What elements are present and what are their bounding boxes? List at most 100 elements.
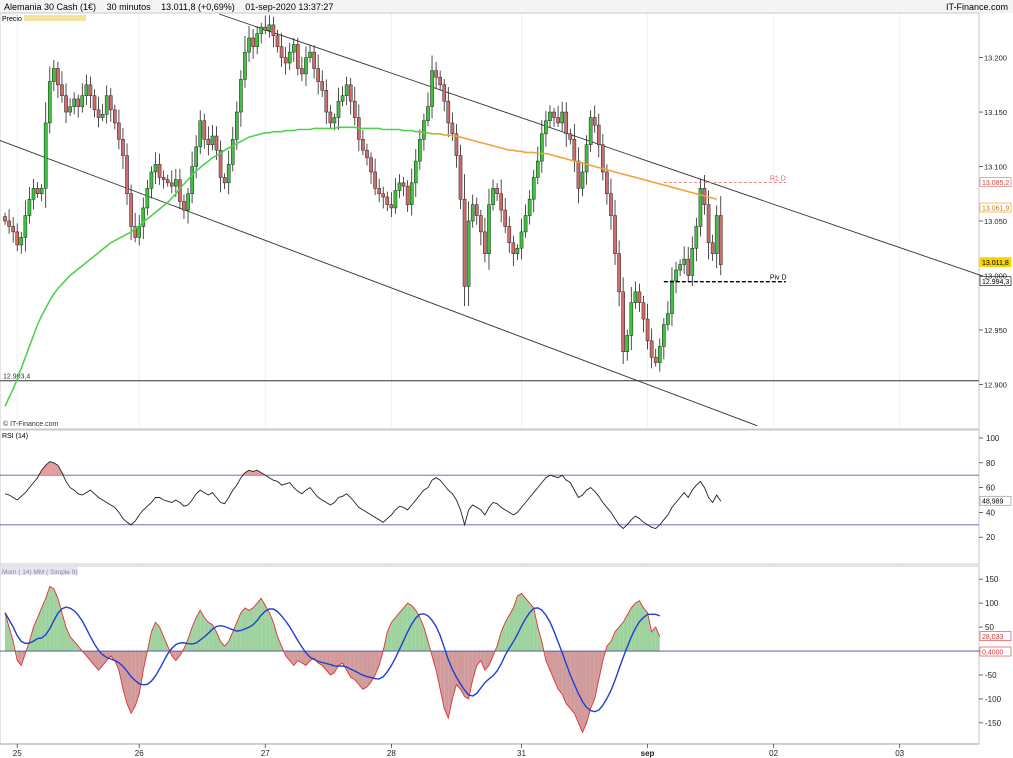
momentum-area-segment [257, 598, 262, 652]
candle-body [145, 188, 150, 209]
candle-body [535, 160, 540, 178]
candle-body [348, 84, 353, 102]
candle-body [60, 84, 64, 96]
watermark: © IT-Finance.com [3, 420, 59, 428]
candle-body [662, 324, 666, 347]
candle-body [381, 193, 386, 198]
candle-body [413, 160, 418, 184]
candle-body [666, 313, 670, 325]
candle-body [483, 231, 487, 254]
pivot-level-name: Piv D [770, 275, 787, 282]
momentum-area-segment [131, 651, 136, 714]
rsi-tick-label: 20 [986, 533, 995, 542]
candle-body [15, 231, 20, 246]
candle-body [243, 51, 247, 80]
candle-body [438, 76, 442, 86]
candle-body [283, 57, 288, 64]
candle-body [507, 226, 512, 244]
pivot-level-value: 13.085,2 [982, 180, 1009, 187]
candle-body [80, 95, 85, 107]
candle-body [68, 106, 72, 113]
candle-body [267, 24, 272, 31]
candle-body [495, 188, 499, 195]
candle-body [613, 215, 617, 254]
candle-body [117, 122, 121, 140]
momentum-ma-label: 0,4000 [982, 650, 1004, 657]
candle-body [609, 193, 613, 216]
candle-body [503, 209, 508, 227]
candle-body [324, 90, 329, 113]
candle-body [466, 220, 471, 287]
candle-body [344, 84, 349, 96]
time-tick-label: 03 [895, 749, 904, 758]
candle-body [312, 51, 316, 69]
candle-body [629, 302, 634, 336]
candle-body [108, 95, 113, 111]
candle-body [226, 164, 231, 184]
candle-body [580, 171, 585, 189]
candle-body [129, 193, 133, 227]
candle-body [479, 215, 483, 233]
momentum-area-segment [350, 651, 355, 680]
momentum-area-segment [127, 651, 132, 714]
rsi-tick-label: 40 [986, 508, 995, 517]
momentum-area-segment [411, 605, 416, 652]
momentum-tick-label: 100 [985, 599, 999, 608]
candle-body [519, 231, 524, 249]
candle-body [584, 144, 589, 173]
candle-body [39, 188, 44, 195]
price-tick-label: 13.000 [984, 271, 1007, 280]
candle-body [572, 139, 577, 162]
momentum-area-segment [395, 612, 400, 652]
price-tick-label: 13.200 [984, 54, 1007, 63]
candle-body [251, 37, 255, 47]
candle-body [422, 120, 426, 140]
candle-body [641, 302, 646, 320]
candle-body [401, 182, 406, 187]
candle-body [405, 185, 410, 205]
chart-stage: Alemania 30 Cash (1€) 30 minutos 13.011,… [0, 0, 1013, 758]
candle-body [625, 335, 630, 352]
candle-body [328, 111, 333, 124]
candle-body [678, 264, 682, 271]
candle-body [153, 164, 158, 173]
candle-body [373, 171, 377, 189]
candle-body [287, 51, 292, 64]
candle-body [165, 179, 170, 184]
candle-body [316, 68, 320, 82]
time-tick-label: 26 [135, 749, 144, 758]
candle-body [710, 242, 715, 254]
time-tick-label: 28 [387, 749, 396, 758]
momentum-value-label: 28,033 [982, 634, 1004, 641]
candle-body [64, 95, 68, 113]
momentum-area-segment [366, 651, 372, 687]
candle-body [182, 201, 186, 211]
momentum-tick-label: -50 [985, 671, 997, 680]
momentum-area-segment [639, 600, 644, 652]
momentum-area-segment [354, 651, 359, 685]
candle-body [487, 204, 491, 254]
momentum-area-segment [253, 603, 258, 652]
momentum-area-segment [525, 598, 530, 652]
momentum-area-segment [403, 603, 408, 652]
candle-body [332, 117, 337, 124]
candle-body [649, 340, 654, 358]
candle-body [304, 57, 308, 75]
rsi-value-label: 48,989 [982, 499, 1004, 506]
candle-body [275, 35, 280, 47]
price-marker-value: 13.011,8 [982, 260, 1009, 267]
candle-body [637, 291, 642, 303]
candle-body [511, 242, 516, 254]
candle-body [76, 98, 81, 107]
candle-body [633, 291, 638, 303]
momentum-area-segment [330, 651, 335, 675]
candle-body [52, 68, 56, 82]
candle-body [271, 24, 276, 37]
candle-body [31, 188, 36, 200]
momentum-tick-label: -100 [985, 695, 1002, 704]
candle-body [491, 188, 495, 205]
candle-body [72, 98, 76, 107]
candle-body [531, 177, 536, 200]
candle-body [92, 95, 97, 111]
price-panel-title: Precio [2, 16, 22, 23]
